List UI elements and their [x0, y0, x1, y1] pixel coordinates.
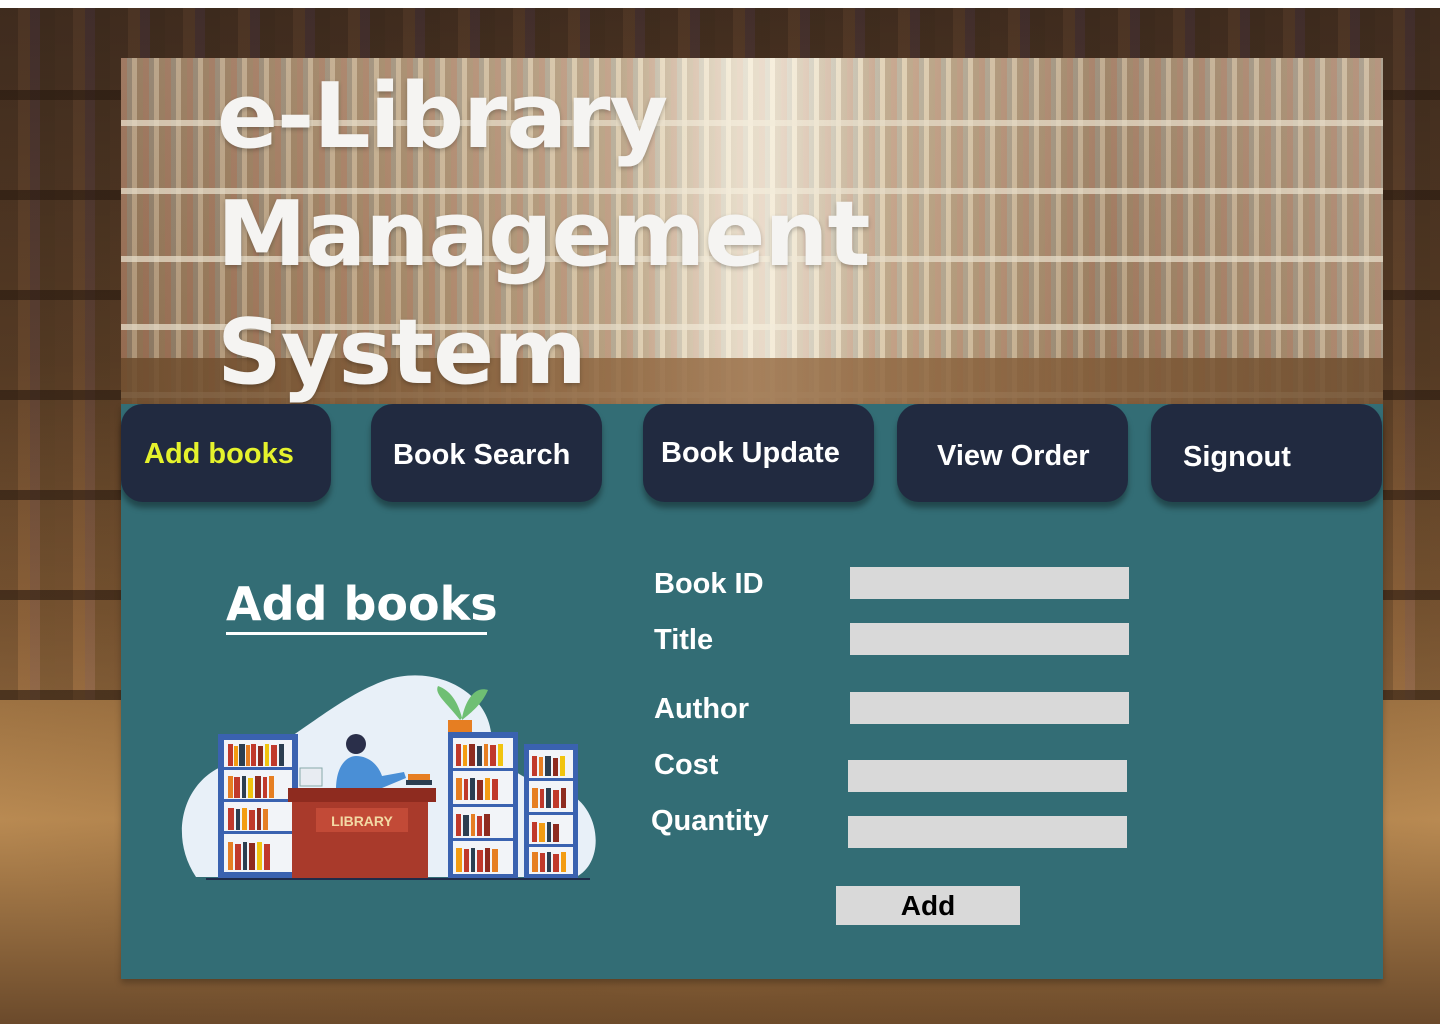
- section-title-underline: [226, 632, 487, 635]
- nav-signout-button[interactable]: Signout: [1151, 404, 1382, 502]
- top-border: [0, 0, 1440, 8]
- author-input[interactable]: [850, 692, 1129, 724]
- quantity-input[interactable]: [848, 816, 1127, 848]
- app-title-line-2: Management: [217, 182, 870, 287]
- cost-label: Cost: [654, 749, 719, 781]
- nav-book-update-button[interactable]: Book Update: [643, 404, 874, 502]
- header-banner: e-Library Management System: [121, 58, 1383, 404]
- nav-signout-label: Signout: [1183, 441, 1291, 473]
- author-label: Author: [654, 693, 750, 725]
- plant-pot: [448, 720, 472, 732]
- add-button[interactable]: Add: [836, 886, 1020, 925]
- nav-add-books-label: Add books: [144, 438, 294, 470]
- section-title: Add books: [226, 577, 498, 631]
- nav-view-order-button[interactable]: View Order: [897, 404, 1128, 502]
- library-illustration: LIBRARY: [181, 675, 596, 880]
- title-input[interactable]: [850, 623, 1129, 655]
- app-title-line-3: System: [217, 300, 587, 404]
- nav-book-search-button[interactable]: Book Search: [371, 404, 602, 502]
- cost-input[interactable]: [848, 760, 1127, 792]
- nav-book-update-label: Book Update: [661, 437, 840, 469]
- book-id-input[interactable]: [850, 567, 1129, 599]
- title-label: Title: [654, 624, 714, 656]
- librarian-head: [346, 734, 366, 754]
- app-title: e-Library Management System: [217, 58, 870, 404]
- book-id-label: Book ID: [654, 568, 764, 600]
- illustration-library-sign: LIBRARY: [331, 813, 393, 829]
- app-title-line-1: e-Library: [217, 64, 668, 169]
- nav-view-order-label: View Order: [937, 440, 1090, 472]
- nav-book-search-label: Book Search: [393, 439, 571, 471]
- quantity-label: Quantity: [651, 805, 769, 837]
- nav-add-books-button[interactable]: Add books: [121, 404, 331, 502]
